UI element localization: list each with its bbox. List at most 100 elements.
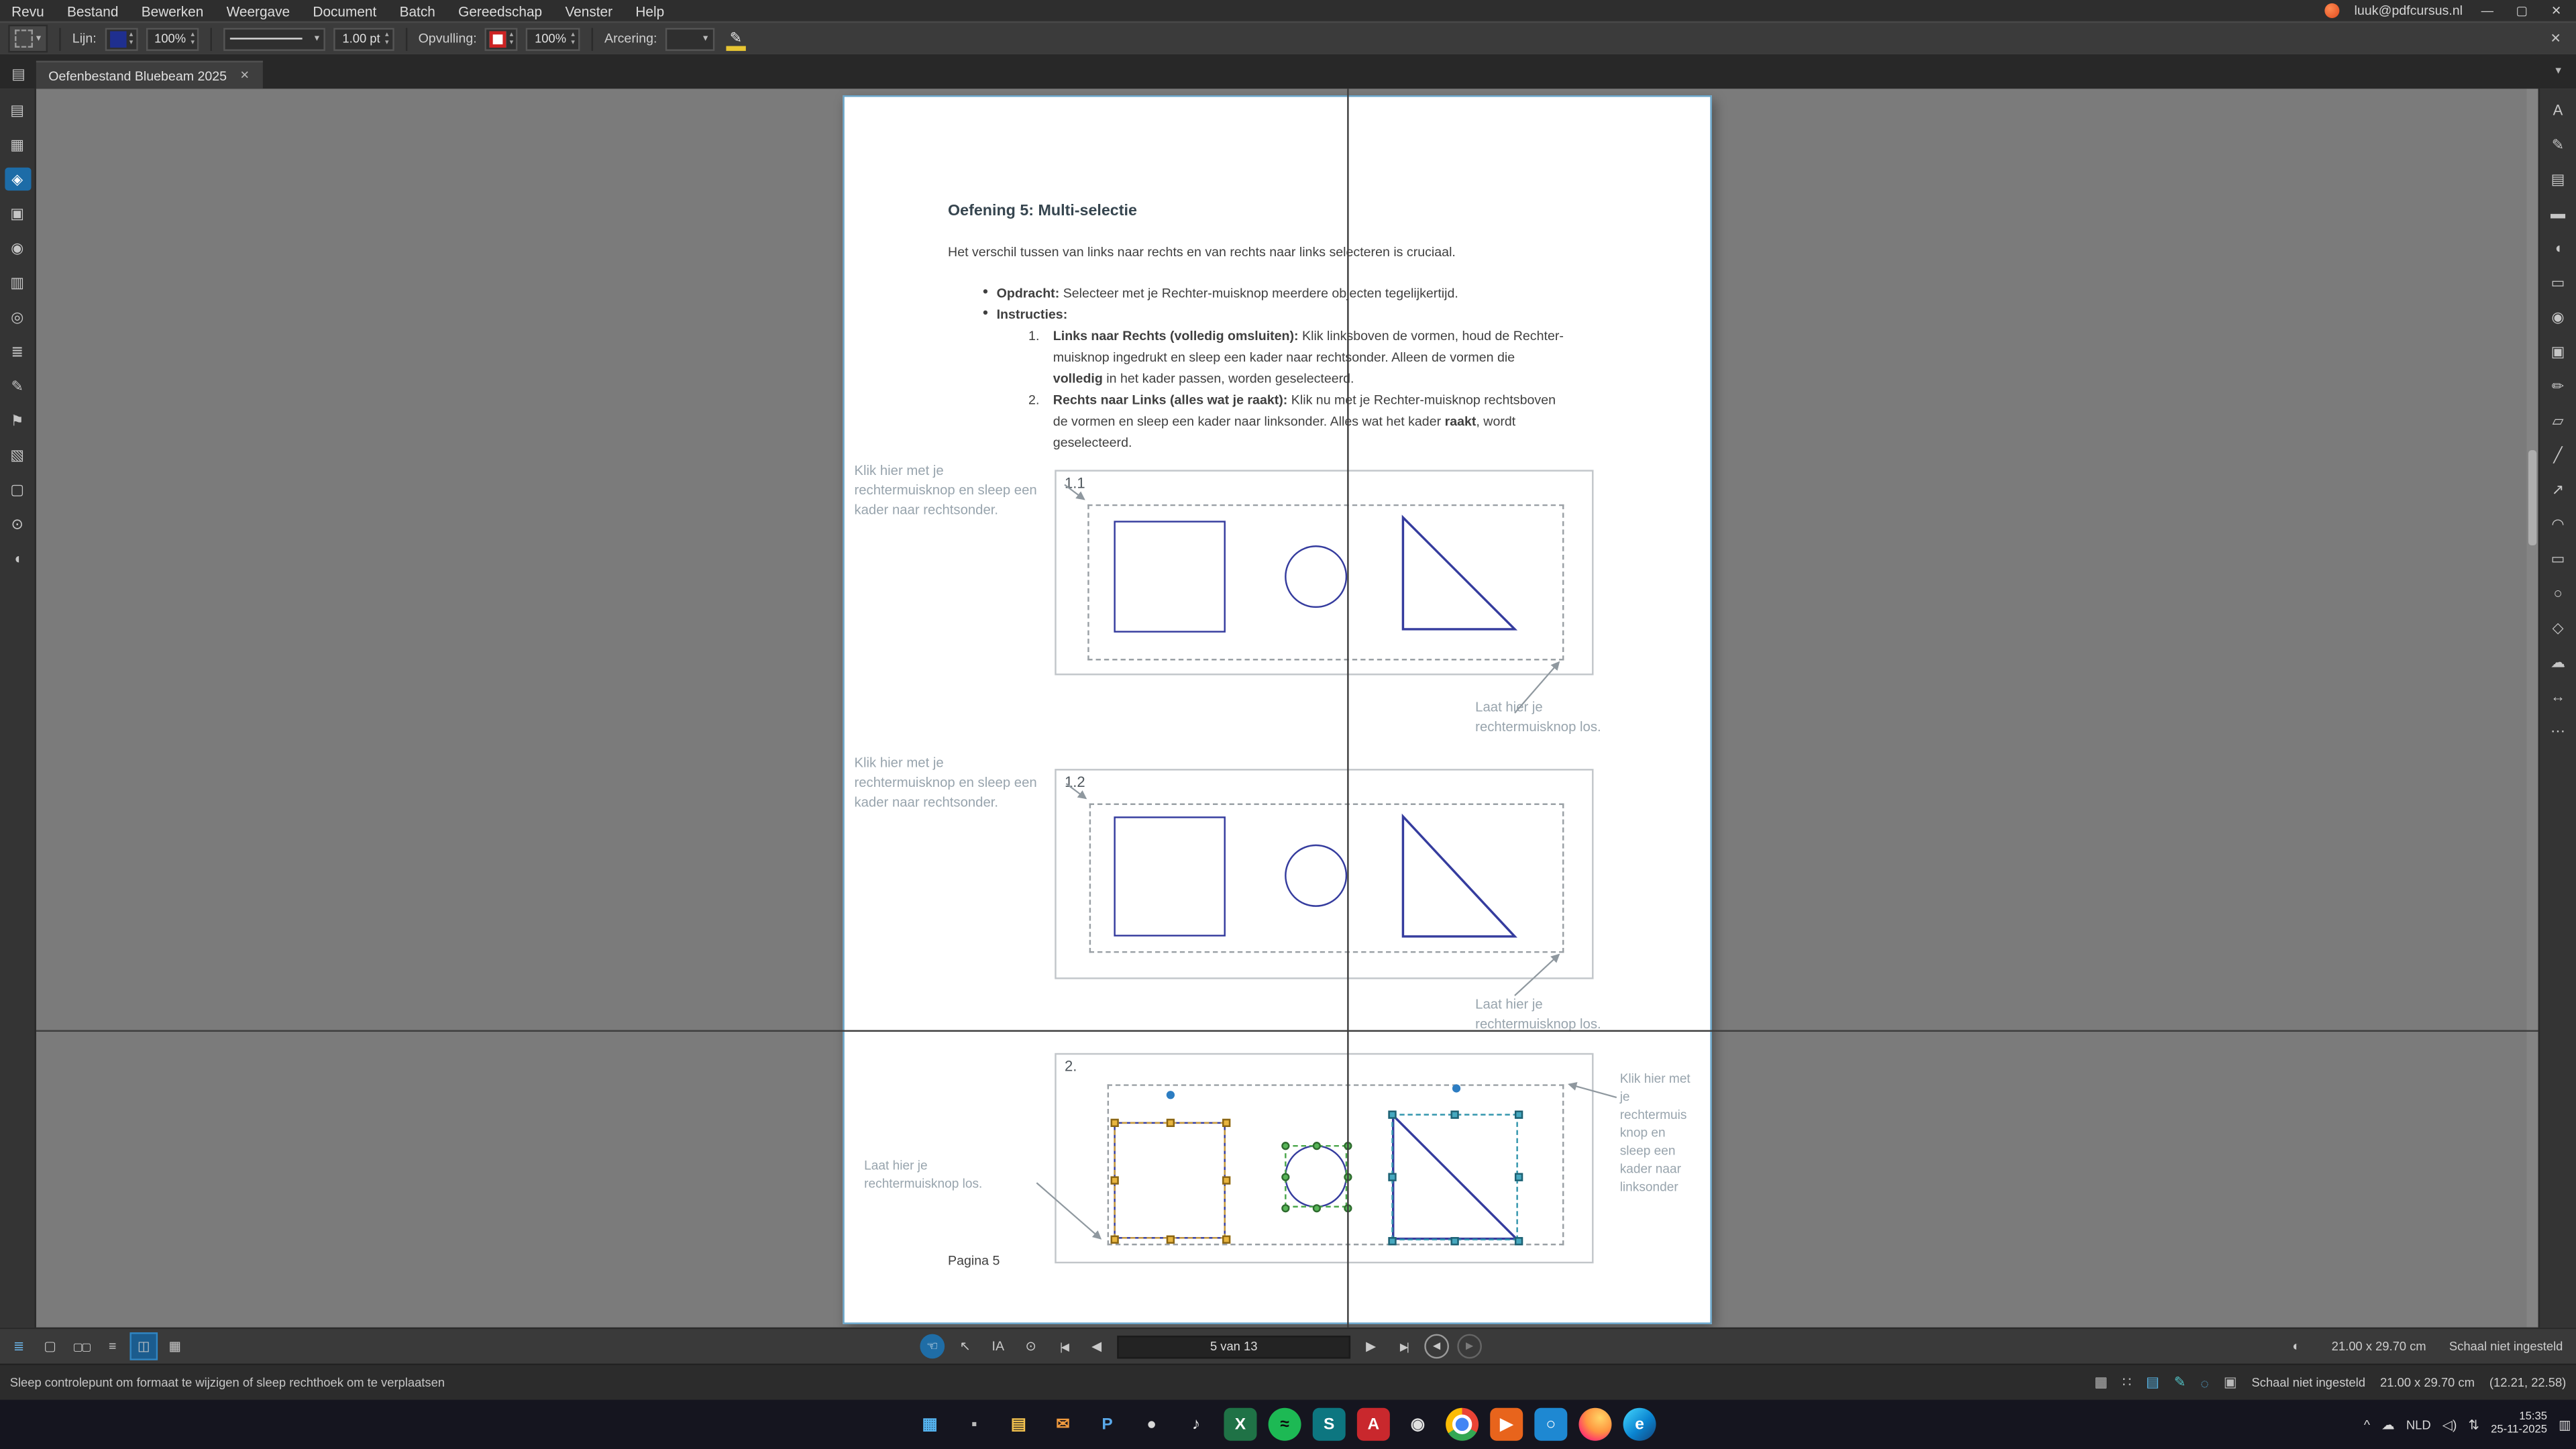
triangle-shape[interactable] [1391,511,1523,636]
tab-close-icon[interactable]: ✕ [240,69,250,83]
split-view-icon[interactable]: ◫ [131,1334,156,1359]
volume-icon[interactable]: ◁) [2443,1417,2457,1432]
thumbnails-panel-icon[interactable]: ▦ [4,133,30,156]
hatch-select[interactable]: ▾ [665,27,714,50]
minimize-button[interactable]: — [2477,3,2497,18]
edit-text-tool-icon[interactable]: ✎ [2544,133,2571,156]
notifications-icon[interactable]: ▥ [2559,1417,2571,1432]
circle-shape[interactable] [1285,545,1347,608]
adobe-acrobat-icon[interactable]: A [1357,1408,1390,1441]
note-tool-icon[interactable]: ▤ [2544,168,2571,191]
excel-icon[interactable]: X [1224,1408,1256,1441]
selection-handle[interactable] [1514,1110,1522,1118]
scale-status-label[interactable]: Schaal niet ingesteld [2449,1339,2563,1354]
eraser-tool-icon[interactable]: ▱ [2544,409,2571,432]
clock[interactable]: 15:35 25-11-2025 [2491,1410,2547,1438]
markup-list-toggle-icon[interactable]: ≣ [7,1334,32,1359]
line-opacity-input[interactable]: 100%▴▾ [146,27,199,50]
first-page-button[interactable]: |◀ [1051,1334,1076,1359]
documents-panel-icon[interactable]: ▢ [4,478,30,501]
selection-handle[interactable] [1514,1172,1522,1180]
tool-chest-panel-icon[interactable]: ▣ [4,202,30,225]
menu-bestand[interactable]: Bestand [56,3,130,19]
selection-handle[interactable] [1387,1236,1395,1244]
studio-panel-icon[interactable]: ▧ [4,443,30,466]
more-tools-icon[interactable]: ⋯ [2544,720,2571,743]
close-button[interactable]: ✕ [2546,3,2566,18]
selection-handle[interactable] [1450,1110,1458,1118]
fill-opacity-input[interactable]: 100%▴▾ [527,27,580,50]
dark-circle-app-icon[interactable]: ◉ [1401,1408,1434,1441]
text-tool-icon[interactable]: A [2544,99,2571,121]
selection-handle[interactable] [1166,1118,1174,1126]
selection-handle[interactable] [1450,1236,1458,1244]
snap-toggle-icon[interactable]: ∷ [2123,1373,2131,1391]
spinner[interactable]: ▴▾ [510,32,514,46]
continuous-layout-icon[interactable]: ≡ [100,1334,125,1359]
grid-toggle-icon[interactable]: ▦ [2094,1373,2108,1391]
account-email[interactable]: luuk@pdfcursus.nl [2355,3,2463,18]
line-color-swatch[interactable]: ▴▾ [105,27,138,50]
selection-handle[interactable] [1514,1236,1522,1244]
places-panel-icon[interactable]: ◉ [4,237,30,260]
flags-panel-icon[interactable]: ⚑ [4,409,30,432]
selection-handle[interactable] [1110,1118,1118,1126]
menu-document[interactable]: Document [301,3,388,19]
sharepoint-icon[interactable]: S [1313,1408,1346,1441]
arrow-tool-icon[interactable]: ↗ [2544,478,2571,501]
menu-help[interactable]: Help [624,3,676,19]
next-page-button[interactable]: ▶ [1358,1334,1383,1359]
selection-handle[interactable] [1222,1175,1230,1183]
square-shape[interactable] [1114,521,1226,633]
measure-tool-icon[interactable]: ↔ [2544,685,2571,708]
signatures-panel-icon[interactable]: ✎ [4,374,30,397]
square-shape[interactable] [1114,816,1226,936]
fill-color-swatch[interactable]: ▴▾ [485,27,519,50]
menu-bewerken[interactable]: Bewerken [130,3,215,19]
selection-handle[interactable] [1387,1110,1395,1118]
selection-handle[interactable] [1110,1175,1118,1183]
status-scale-label[interactable]: Schaal niet ingesteld [2251,1375,2365,1390]
start-button[interactable]: ▦ [914,1408,947,1441]
chat-panel-icon[interactable]: ◖ [4,547,30,570]
select-tool-icon[interactable]: ↖ [953,1334,977,1359]
snap-markup-icon[interactable]: ✎ [2174,1373,2186,1391]
line-tool-icon[interactable]: ╱ [2544,443,2571,466]
tray-chevron-icon[interactable]: ^ [2364,1417,2370,1432]
highlight-tool-icon[interactable]: ▬ [2544,202,2571,225]
firefox-icon[interactable] [1578,1408,1611,1441]
circle-shape[interactable] [1285,845,1347,907]
stamp-tool-icon[interactable]: ◉ [2544,306,2571,329]
highlighter-pen-button[interactable]: ✎ [722,25,749,52]
layers-panel-icon[interactable]: ◈ [4,168,30,191]
chat-app-icon[interactable]: ○ [1534,1408,1567,1441]
textbox-tool-icon[interactable]: ▭ [2544,271,2571,294]
dark-app-icon[interactable]: ▪ [958,1408,991,1441]
dark-mode-icon[interactable]: ◐ [2284,1334,2309,1359]
previous-view-button[interactable]: ◀ [1424,1334,1449,1359]
selection-handle[interactable] [1166,1234,1174,1242]
github-icon[interactable]: ● [1135,1408,1168,1441]
polygon-tool-icon[interactable]: ◇ [2544,616,2571,639]
toolbar-close-icon[interactable]: ✕ [2551,32,2568,46]
last-page-button[interactable]: ▶| [1391,1334,1416,1359]
zoom-tool-icon[interactable]: ⊙ [1018,1334,1043,1359]
pan-tool-icon[interactable]: ☜ [920,1334,945,1359]
spinner[interactable]: ▴▾ [385,32,389,46]
onedrive-icon[interactable]: ☁ [2381,1417,2395,1432]
triangle-shape[interactable] [1391,810,1523,943]
snap-hatch-icon[interactable]: ◌ [2200,1375,2208,1391]
select-text-icon[interactable]: IA [985,1334,1010,1359]
selection-handle[interactable] [1222,1234,1230,1242]
line-width-input[interactable]: 1.00 pt▴▾ [334,27,394,50]
language-indicator[interactable]: NLD [2406,1417,2431,1432]
selection-handle[interactable] [1387,1172,1395,1180]
outlook-icon[interactable]: ✉ [1046,1408,1079,1441]
fit-page-icon[interactable]: ▦ [162,1334,187,1359]
properties-panel-icon[interactable]: ≣ [4,340,30,363]
tool-selector[interactable]: ▾ [8,25,48,53]
menu-revu[interactable]: Revu [0,3,56,19]
orange-app-icon[interactable]: ▶ [1490,1408,1523,1441]
snap-content-icon[interactable]: ▤ [2146,1373,2159,1391]
arc-tool-icon[interactable]: ◠ [2544,513,2571,535]
